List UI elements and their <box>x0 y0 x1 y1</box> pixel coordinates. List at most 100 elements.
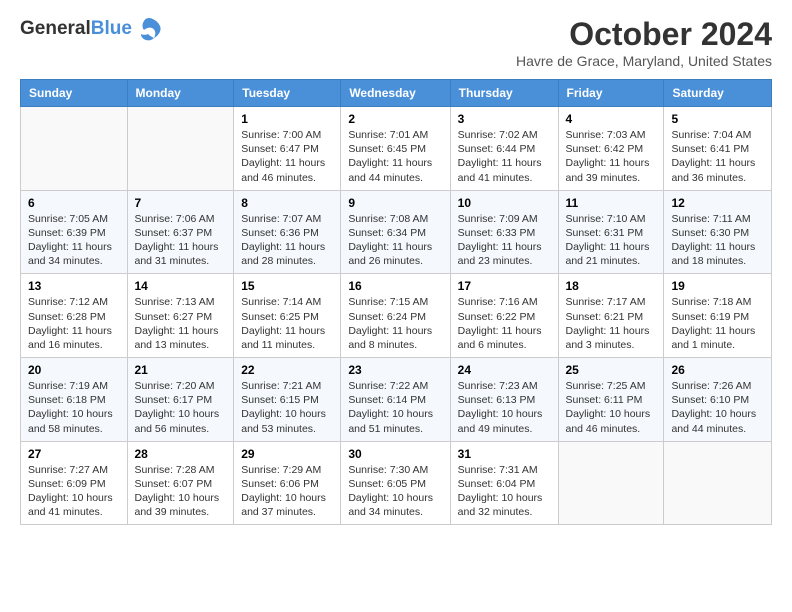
day-number: 10 <box>458 196 551 210</box>
day-number: 8 <box>241 196 333 210</box>
calendar-cell: 31Sunrise: 7:31 AMSunset: 6:04 PMDayligh… <box>450 441 558 525</box>
calendar-header-row: SundayMondayTuesdayWednesdayThursdayFrid… <box>21 80 772 107</box>
calendar-cell: 12 Sunrise: 7:11 AMSunset: 6:30 PMDayligh… <box>664 190 772 274</box>
day-number: 12 <box>671 196 764 210</box>
day-number: 1 <box>241 112 333 126</box>
day-detail: Sunrise: 7:17 AMSunset: 6:21 PMDaylight:… <box>566 295 657 352</box>
day-detail: Sunrise: 7:04 AMSunset: 6:41 PMDaylight:… <box>671 128 764 185</box>
day-detail: Sunrise: 7:30 AMSunset: 6:05 PMDaylight:… <box>348 463 442 520</box>
day-detail: Sunrise: 7:15 AMSunset: 6:24 PMDaylight:… <box>348 295 442 352</box>
calendar-week-row: 1 Sunrise: 7:00 AMSunset: 6:47 PMDaylight… <box>21 107 772 191</box>
title-block: October 2024 Havre de Grace, Maryland, U… <box>516 16 772 69</box>
calendar-cell: 4 Sunrise: 7:03 AMSunset: 6:42 PMDaylight… <box>558 107 664 191</box>
logo-text: GeneralBlue <box>20 19 132 40</box>
day-detail: Sunrise: 7:10 AMSunset: 6:31 PMDaylight:… <box>566 212 657 269</box>
month-title: October 2024 <box>516 16 772 53</box>
day-detail: Sunrise: 7:08 AMSunset: 6:34 PMDaylight:… <box>348 212 442 269</box>
day-detail: Sunrise: 7:12 AMSunset: 6:28 PMDaylight:… <box>28 295 120 352</box>
day-detail: Sunrise: 7:18 AMSunset: 6:19 PMDaylight:… <box>671 295 764 352</box>
weekday-header: Tuesday <box>234 80 341 107</box>
day-detail: Sunrise: 7:14 AMSunset: 6:25 PMDaylight:… <box>241 295 333 352</box>
calendar-cell: 7 Sunrise: 7:06 AMSunset: 6:37 PMDaylight… <box>127 190 234 274</box>
day-number: 11 <box>566 196 657 210</box>
day-detail: Sunrise: 7:28 AMSunset: 6:07 PMDaylight:… <box>135 463 227 520</box>
day-number: 14 <box>135 279 227 293</box>
day-number: 17 <box>458 279 551 293</box>
weekday-header: Friday <box>558 80 664 107</box>
calendar-cell: 29 Sunrise: 7:29 AMSunset: 6:06 PMDayligh… <box>234 441 341 525</box>
day-number: 31 <box>458 447 551 461</box>
calendar-cell: 15Sunrise: 7:14 AMSunset: 6:25 PMDayligh… <box>234 274 341 358</box>
weekday-header: Sunday <box>21 80 128 107</box>
calendar-cell: 10 Sunrise: 7:09 AMSunset: 6:33 PMDayligh… <box>450 190 558 274</box>
day-detail: Sunrise: 7:25 AMSunset: 6:11 PMDaylight:… <box>566 379 657 436</box>
day-number: 18 <box>566 279 657 293</box>
day-detail: Sunrise: 7:11 AMSunset: 6:30 PMDaylight:… <box>671 212 764 269</box>
day-number: 3 <box>458 112 551 126</box>
calendar-cell: 30 Sunrise: 7:30 AMSunset: 6:05 PMDayligh… <box>341 441 450 525</box>
logo: GeneralBlue <box>20 16 164 42</box>
day-number: 6 <box>28 196 120 210</box>
calendar-cell: 3 Sunrise: 7:02 AMSunset: 6:44 PMDaylight… <box>450 107 558 191</box>
day-detail: Sunrise: 7:01 AMSunset: 6:45 PMDaylight:… <box>348 128 442 185</box>
calendar-cell <box>21 107 128 191</box>
day-detail: Sunrise: 7:16 AMSunset: 6:22 PMDaylight:… <box>458 295 551 352</box>
day-number: 22 <box>241 363 333 377</box>
day-detail: Sunrise: 7:23 AMSunset: 6:13 PMDaylight:… <box>458 379 551 436</box>
calendar-cell: 8 Sunrise: 7:07 AMSunset: 6:36 PMDaylight… <box>234 190 341 274</box>
calendar-week-row: 6Sunrise: 7:05 AMSunset: 6:39 PMDaylight… <box>21 190 772 274</box>
day-detail: Sunrise: 7:29 AMSunset: 6:06 PMDaylight:… <box>241 463 333 520</box>
page: GeneralBlue October 2024 Havre de Grace,… <box>0 0 792 541</box>
day-detail: Sunrise: 7:22 AMSunset: 6:14 PMDaylight:… <box>348 379 442 436</box>
calendar-cell: 5Sunrise: 7:04 AMSunset: 6:41 PMDaylight… <box>664 107 772 191</box>
day-number: 29 <box>241 447 333 461</box>
day-number: 9 <box>348 196 442 210</box>
calendar-cell: 25 Sunrise: 7:25 AMSunset: 6:11 PMDayligh… <box>558 358 664 442</box>
day-detail: Sunrise: 7:07 AMSunset: 6:36 PMDaylight:… <box>241 212 333 269</box>
location: Havre de Grace, Maryland, United States <box>516 53 772 69</box>
calendar-week-row: 20Sunrise: 7:19 AMSunset: 6:18 PMDayligh… <box>21 358 772 442</box>
day-detail: Sunrise: 7:06 AMSunset: 6:37 PMDaylight:… <box>135 212 227 269</box>
day-number: 26 <box>671 363 764 377</box>
calendar-cell: 2Sunrise: 7:01 AMSunset: 6:45 PMDaylight… <box>341 107 450 191</box>
calendar-table: SundayMondayTuesdayWednesdayThursdayFrid… <box>20 79 772 525</box>
weekday-header: Saturday <box>664 80 772 107</box>
calendar-cell: 17 Sunrise: 7:16 AMSunset: 6:22 PMDayligh… <box>450 274 558 358</box>
calendar-cell: 1 Sunrise: 7:00 AMSunset: 6:47 PMDaylight… <box>234 107 341 191</box>
day-number: 28 <box>135 447 227 461</box>
day-detail: Sunrise: 7:19 AMSunset: 6:18 PMDaylight:… <box>28 379 120 436</box>
day-number: 21 <box>135 363 227 377</box>
day-number: 24 <box>458 363 551 377</box>
day-number: 30 <box>348 447 442 461</box>
calendar-cell: 23Sunrise: 7:22 AMSunset: 6:14 PMDayligh… <box>341 358 450 442</box>
calendar-cell: 14Sunrise: 7:13 AMSunset: 6:27 PMDayligh… <box>127 274 234 358</box>
day-number: 25 <box>566 363 657 377</box>
calendar-cell: 18 Sunrise: 7:17 AMSunset: 6:21 PMDayligh… <box>558 274 664 358</box>
calendar-cell: 11 Sunrise: 7:10 AMSunset: 6:31 PMDayligh… <box>558 190 664 274</box>
day-number: 4 <box>566 112 657 126</box>
calendar-week-row: 13 Sunrise: 7:12 AMSunset: 6:28 PMDayligh… <box>21 274 772 358</box>
day-detail: Sunrise: 7:03 AMSunset: 6:42 PMDaylight:… <box>566 128 657 185</box>
day-number: 16 <box>348 279 442 293</box>
day-number: 7 <box>135 196 227 210</box>
calendar-cell: 22 Sunrise: 7:21 AMSunset: 6:15 PMDayligh… <box>234 358 341 442</box>
day-detail: Sunrise: 7:00 AMSunset: 6:47 PMDaylight:… <box>241 128 333 185</box>
calendar-cell: 9 Sunrise: 7:08 AMSunset: 6:34 PMDaylight… <box>341 190 450 274</box>
calendar-cell: 13 Sunrise: 7:12 AMSunset: 6:28 PMDayligh… <box>21 274 128 358</box>
weekday-header: Thursday <box>450 80 558 107</box>
day-detail: Sunrise: 7:09 AMSunset: 6:33 PMDaylight:… <box>458 212 551 269</box>
day-detail: Sunrise: 7:02 AMSunset: 6:44 PMDaylight:… <box>458 128 551 185</box>
calendar-week-row: 27Sunrise: 7:27 AMSunset: 6:09 PMDayligh… <box>21 441 772 525</box>
calendar-cell <box>664 441 772 525</box>
day-detail: Sunrise: 7:21 AMSunset: 6:15 PMDaylight:… <box>241 379 333 436</box>
calendar-cell: 21Sunrise: 7:20 AMSunset: 6:17 PMDayligh… <box>127 358 234 442</box>
day-detail: Sunrise: 7:27 AMSunset: 6:09 PMDaylight:… <box>28 463 120 520</box>
calendar-cell: 28 Sunrise: 7:28 AMSunset: 6:07 PMDayligh… <box>127 441 234 525</box>
calendar-cell: 27Sunrise: 7:27 AMSunset: 6:09 PMDayligh… <box>21 441 128 525</box>
header: GeneralBlue October 2024 Havre de Grace,… <box>20 16 772 69</box>
calendar-cell: 20Sunrise: 7:19 AMSunset: 6:18 PMDayligh… <box>21 358 128 442</box>
calendar-cell: 16 Sunrise: 7:15 AMSunset: 6:24 PMDayligh… <box>341 274 450 358</box>
day-detail: Sunrise: 7:26 AMSunset: 6:10 PMDaylight:… <box>671 379 764 436</box>
logo-icon <box>134 16 164 42</box>
day-number: 13 <box>28 279 120 293</box>
